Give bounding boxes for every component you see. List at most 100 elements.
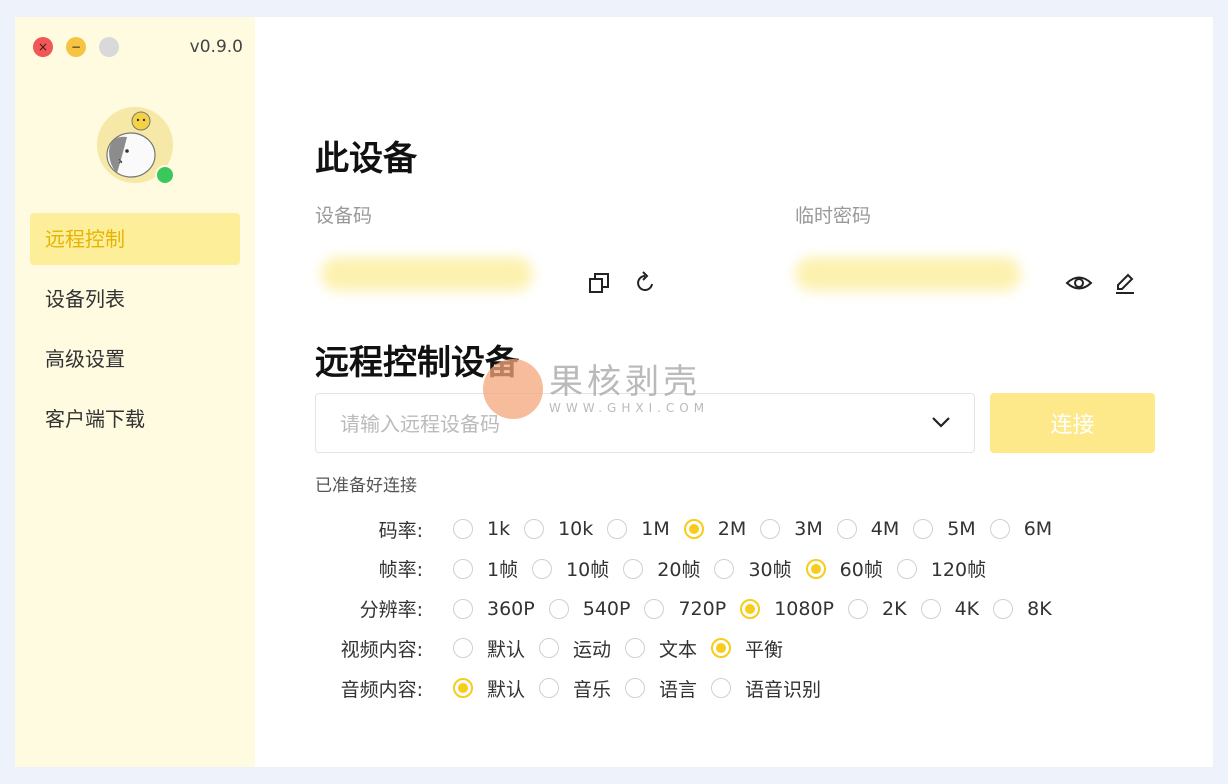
radio-option-video-content[interactable]: 运动 xyxy=(539,635,611,662)
radio-option-label: 语音识别 xyxy=(745,678,822,701)
radio-option-resolution[interactable]: 4K xyxy=(920,598,979,620)
sidebar-item-client-download[interactable]: 客户端下载 xyxy=(30,393,240,445)
radio-option-framerate[interactable]: 20帧 xyxy=(623,555,700,582)
radio-option-label: 1帧 xyxy=(487,559,519,582)
radio-option-bitrate[interactable]: 3M xyxy=(760,518,823,540)
radio-checked-icon[interactable] xyxy=(711,638,732,659)
radio-unchecked-icon[interactable] xyxy=(920,598,941,619)
radio-option-framerate[interactable]: 1帧 xyxy=(453,555,518,582)
radio-option-resolution[interactable]: 360P xyxy=(453,598,535,620)
radio-option-video-content[interactable]: 默认 xyxy=(453,635,525,662)
radio-option-video-content[interactable]: 平衡 xyxy=(711,635,783,662)
radio-unchecked-icon[interactable] xyxy=(453,598,473,619)
setting-row-bitrate: 码率: 1k 10k 1M 2M 3M 4M 5M 6M xyxy=(255,514,1195,544)
radio-option-label: 2M xyxy=(717,518,747,540)
radio-unchecked-icon[interactable] xyxy=(913,519,934,539)
radio-option-bitrate[interactable]: 6M xyxy=(989,518,1052,540)
radio-checked-icon[interactable] xyxy=(453,678,473,699)
sidebar-item-advanced-settings[interactable]: 高级设置 xyxy=(30,333,240,385)
radio-option-bitrate[interactable]: 5M xyxy=(913,518,976,540)
radio-unchecked-icon[interactable] xyxy=(625,638,646,659)
radio-option-audio-content[interactable]: 音乐 xyxy=(539,675,611,702)
radio-unchecked-icon[interactable] xyxy=(989,519,1010,539)
main-panel: 此设备 设备码 临时密码 远程控制设备 请输入远程设备码 连接 果核剥壳 WWW… xyxy=(255,17,1213,767)
close-icon: × xyxy=(37,40,49,54)
radio-checked-icon[interactable] xyxy=(740,598,761,619)
radio-unchecked-icon[interactable] xyxy=(453,519,473,539)
radio-option-audio-content[interactable]: 语音识别 xyxy=(711,675,821,702)
radio-option-resolution[interactable]: 2K xyxy=(848,598,907,620)
radio-option-resolution[interactable]: 8K xyxy=(993,598,1052,620)
radio-option-audio-content[interactable]: 默认 xyxy=(453,675,525,702)
setting-row-video-content: 视频内容: 默认 运动 文本 平衡 xyxy=(255,633,1195,663)
radio-option-bitrate[interactable]: 4M xyxy=(836,518,900,540)
radio-unchecked-icon[interactable] xyxy=(539,638,560,659)
version-label: v0.9.0 xyxy=(189,37,243,57)
radio-unchecked-icon[interactable] xyxy=(836,519,857,539)
radio-unchecked-icon[interactable] xyxy=(453,638,473,659)
radio-unchecked-icon[interactable] xyxy=(607,519,628,539)
minimize-button[interactable]: − xyxy=(66,37,86,57)
radio-option-framerate[interactable]: 60帧 xyxy=(805,555,883,582)
radio-option-label: 1080P xyxy=(774,597,835,620)
remote-device-combobox[interactable] xyxy=(315,393,975,453)
radio-option-bitrate[interactable]: 1M xyxy=(607,518,670,540)
copy-icon xyxy=(589,273,609,293)
radio-unchecked-icon[interactable] xyxy=(896,558,917,579)
radio-unchecked-icon[interactable] xyxy=(548,598,569,619)
radio-unchecked-icon[interactable] xyxy=(848,598,869,619)
radio-option-label: 运动 xyxy=(573,638,612,661)
device-code-label: 设备码 xyxy=(315,205,373,227)
window-controls: × − xyxy=(33,37,119,57)
radio-option-label: 4M xyxy=(870,518,900,540)
radio-unchecked-icon[interactable] xyxy=(625,678,646,699)
radio-unchecked-icon[interactable] xyxy=(524,519,545,539)
radio-option-bitrate[interactable]: 10k xyxy=(524,518,593,540)
copy-button[interactable] xyxy=(585,269,613,297)
radio-unchecked-icon[interactable] xyxy=(453,558,473,579)
edit-password-button[interactable] xyxy=(1111,269,1139,297)
temp-password-value-blurred xyxy=(795,257,1021,291)
radio-option-label: 30帧 xyxy=(748,559,792,582)
show-password-button[interactable] xyxy=(1065,269,1093,297)
radio-unchecked-icon[interactable] xyxy=(711,678,732,699)
radio-option-label: 音乐 xyxy=(573,678,612,701)
radio-option-video-content[interactable]: 文本 xyxy=(625,635,697,662)
radio-option-label: 语言 xyxy=(659,678,698,701)
connect-button[interactable]: 连接 xyxy=(990,393,1155,453)
radio-option-framerate[interactable]: 10帧 xyxy=(532,555,609,582)
sidebar-nav: 远程控制 设备列表 高级设置 客户端下载 xyxy=(30,213,240,453)
radio-option-label: 默认 xyxy=(487,678,526,701)
radio-option-framerate[interactable]: 30帧 xyxy=(714,555,792,582)
radio-option-bitrate[interactable]: 1k xyxy=(453,518,510,540)
radio-option-audio-content[interactable]: 语言 xyxy=(625,675,697,702)
radio-option-resolution[interactable]: 540P xyxy=(548,597,631,620)
radio-option-resolution[interactable]: 720P xyxy=(644,598,726,620)
dropdown-toggle[interactable] xyxy=(930,411,952,437)
radio-unchecked-icon[interactable] xyxy=(644,598,665,619)
radio-option-framerate[interactable]: 120帧 xyxy=(896,555,986,582)
sidebar-item-device-list[interactable]: 设备列表 xyxy=(30,273,240,325)
sidebar: × − v0.9.0 远程控制 设备列表 高级设置 客户端下载 xyxy=(15,17,255,767)
setting-label-framerate: 帧率: xyxy=(378,559,423,582)
radio-checked-icon[interactable] xyxy=(805,558,826,579)
radio-unchecked-icon[interactable] xyxy=(760,519,781,539)
eye-icon xyxy=(1065,276,1093,290)
setting-label-audio-content: 音频内容: xyxy=(340,678,423,701)
radio-option-resolution[interactable]: 1080P xyxy=(740,598,834,620)
radio-option-label: 540P xyxy=(582,597,631,620)
remote-device-code-input[interactable] xyxy=(338,408,902,440)
radio-option-bitrate[interactable]: 2M xyxy=(683,518,747,540)
radio-unchecked-icon[interactable] xyxy=(623,558,644,579)
radio-unchecked-icon[interactable] xyxy=(532,558,553,579)
sidebar-item-remote-control[interactable]: 远程控制 xyxy=(30,213,240,265)
radio-option-label: 10k xyxy=(558,518,594,540)
close-button[interactable]: × xyxy=(33,37,53,57)
maximize-button[interactable] xyxy=(99,37,119,57)
radio-unchecked-icon[interactable] xyxy=(539,678,560,699)
radio-unchecked-icon[interactable] xyxy=(714,558,735,579)
radio-unchecked-icon[interactable] xyxy=(993,598,1014,619)
refresh-button[interactable] xyxy=(631,269,659,297)
online-status-icon xyxy=(155,165,175,185)
radio-checked-icon[interactable] xyxy=(683,519,704,539)
